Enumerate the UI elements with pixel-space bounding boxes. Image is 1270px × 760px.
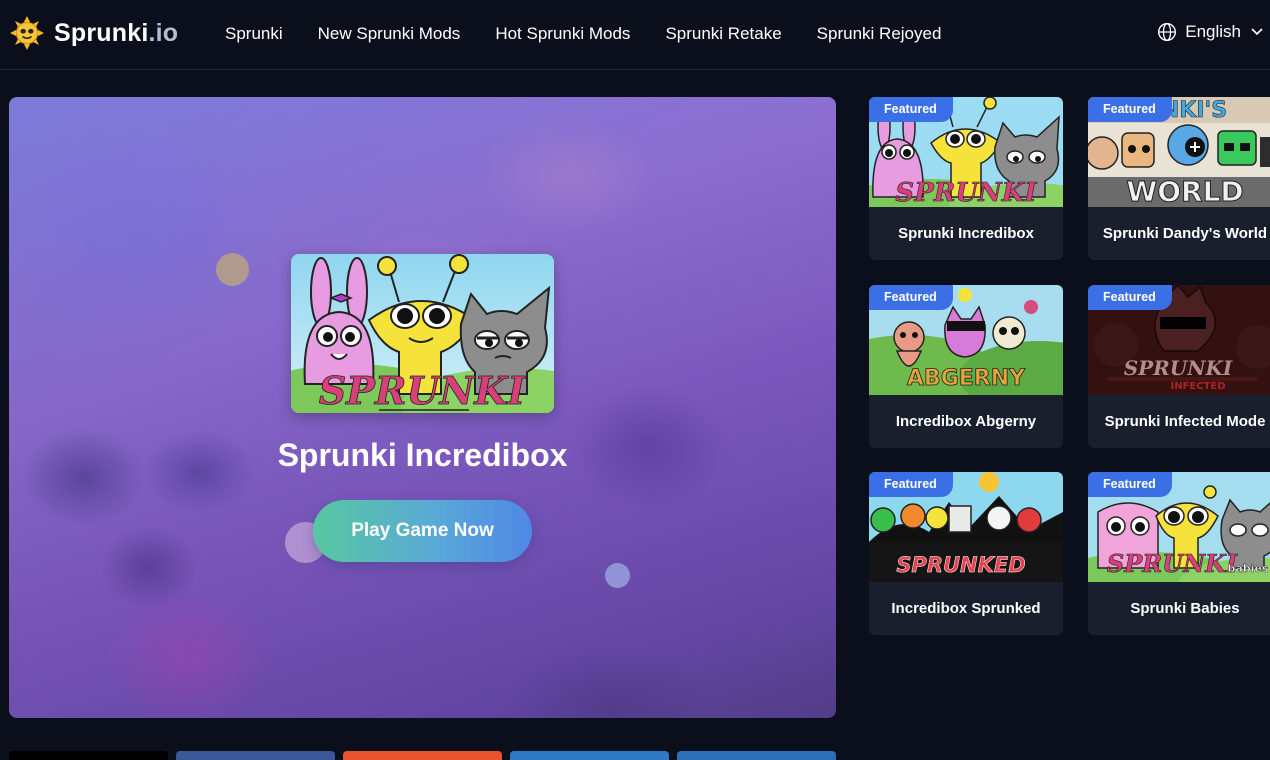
nav-item-sprunki-retake[interactable]: Sprunki Retake (665, 24, 781, 44)
game-card-title: Sprunki Dandy's World (1102, 225, 1268, 242)
svg-text:SPRUNKI: SPRUNKI (895, 178, 1037, 207)
svg-text:INFECTED: INFECTED (1170, 381, 1225, 392)
chevron-down-icon (1251, 28, 1263, 36)
language-label: English (1185, 22, 1241, 41)
share-button-reddit[interactable] (343, 751, 502, 760)
main-nav: Sprunki New Sprunki Mods Hot Sprunki Mod… (225, 24, 976, 44)
logo-text: Sprunki.io (54, 18, 179, 47)
game-card[interactable]: SPRUNKED Featured Incredibox Sprunked (869, 472, 1063, 635)
featured-badge: Featured (1088, 472, 1172, 497)
svg-text:SPRUNKI: SPRUNKI (319, 368, 526, 413)
svg-text:SPRUNKI: SPRUNKI (1107, 549, 1238, 578)
share-button-telegram[interactable] (510, 751, 669, 760)
globe-icon (1158, 22, 1177, 42)
language-selector[interactable]: English (1157, 22, 1264, 42)
site-header: Sprunki.io Sprunki New Sprunki Mods Hot … (0, 0, 1270, 70)
svg-text:SPRUNKED: SPRUNKED (896, 553, 1025, 577)
featured-badge: Featured (1088, 97, 1172, 122)
site-logo[interactable]: Sprunki.io (10, 16, 178, 50)
svg-text:WORLD: WORLD (1126, 175, 1243, 207)
game-card[interactable]: UNKI'S WORLD Featured Sprunki Dandy's Wo… (1088, 97, 1270, 260)
floating-bubble (216, 253, 249, 286)
nav-item-hot-sprunki-mods[interactable]: Hot Sprunki Mods (495, 24, 630, 44)
nav-item-new-sprunki-mods[interactable]: New Sprunki Mods (318, 24, 461, 44)
game-card[interactable]: ABGERNY Featured Incredibox Abgerny (869, 285, 1063, 448)
share-button-linkedin[interactable] (677, 751, 836, 760)
hero-game-thumbnail[interactable]: SPRUNKI (291, 254, 554, 413)
featured-badge: Featured (869, 472, 953, 497)
sun-logo-icon (10, 16, 44, 50)
game-card[interactable]: SPRUNKI babies Featured Sprunki Babies (1088, 472, 1270, 635)
game-card-title: Sprunki Incredibox (898, 225, 1034, 242)
svg-text:babies: babies (1228, 562, 1269, 575)
svg-text:ABGERNY: ABGERNY (907, 366, 1026, 391)
nav-item-sprunki-rejoyed[interactable]: Sprunki Rejoyed (817, 24, 942, 44)
nav-item-sprunki[interactable]: Sprunki (225, 24, 283, 44)
hero-banner: SPRUNKI Sprunki Incredibox Play Game Now (9, 97, 836, 718)
game-card-title: Incredibox Abgerny (895, 413, 1037, 430)
hero-title: Sprunki Incredibox (277, 437, 568, 473)
game-card[interactable]: SPRUNKI Featured Sprunki Incredibox (869, 97, 1063, 260)
play-game-now-button[interactable]: Play Game Now (313, 500, 532, 562)
game-card[interactable]: SPRUNKI INFECTED Featured Sprunki Infect… (1088, 285, 1270, 448)
floating-bubble (605, 563, 630, 588)
sprunki-characters-illustration: SPRUNKI (291, 254, 554, 413)
featured-badge: Featured (1088, 285, 1172, 310)
featured-badge: Featured (869, 97, 953, 122)
svg-text:SPRUNKI: SPRUNKI (1124, 356, 1233, 380)
game-card-title: Sprunki Infected Mode (1104, 413, 1266, 430)
share-button-x[interactable] (9, 751, 168, 760)
share-button-facebook[interactable] (176, 751, 335, 760)
featured-badge: Featured (869, 285, 953, 310)
game-card-title: Incredibox Sprunked (891, 600, 1041, 617)
game-card-title: Sprunki Babies (1130, 600, 1240, 617)
